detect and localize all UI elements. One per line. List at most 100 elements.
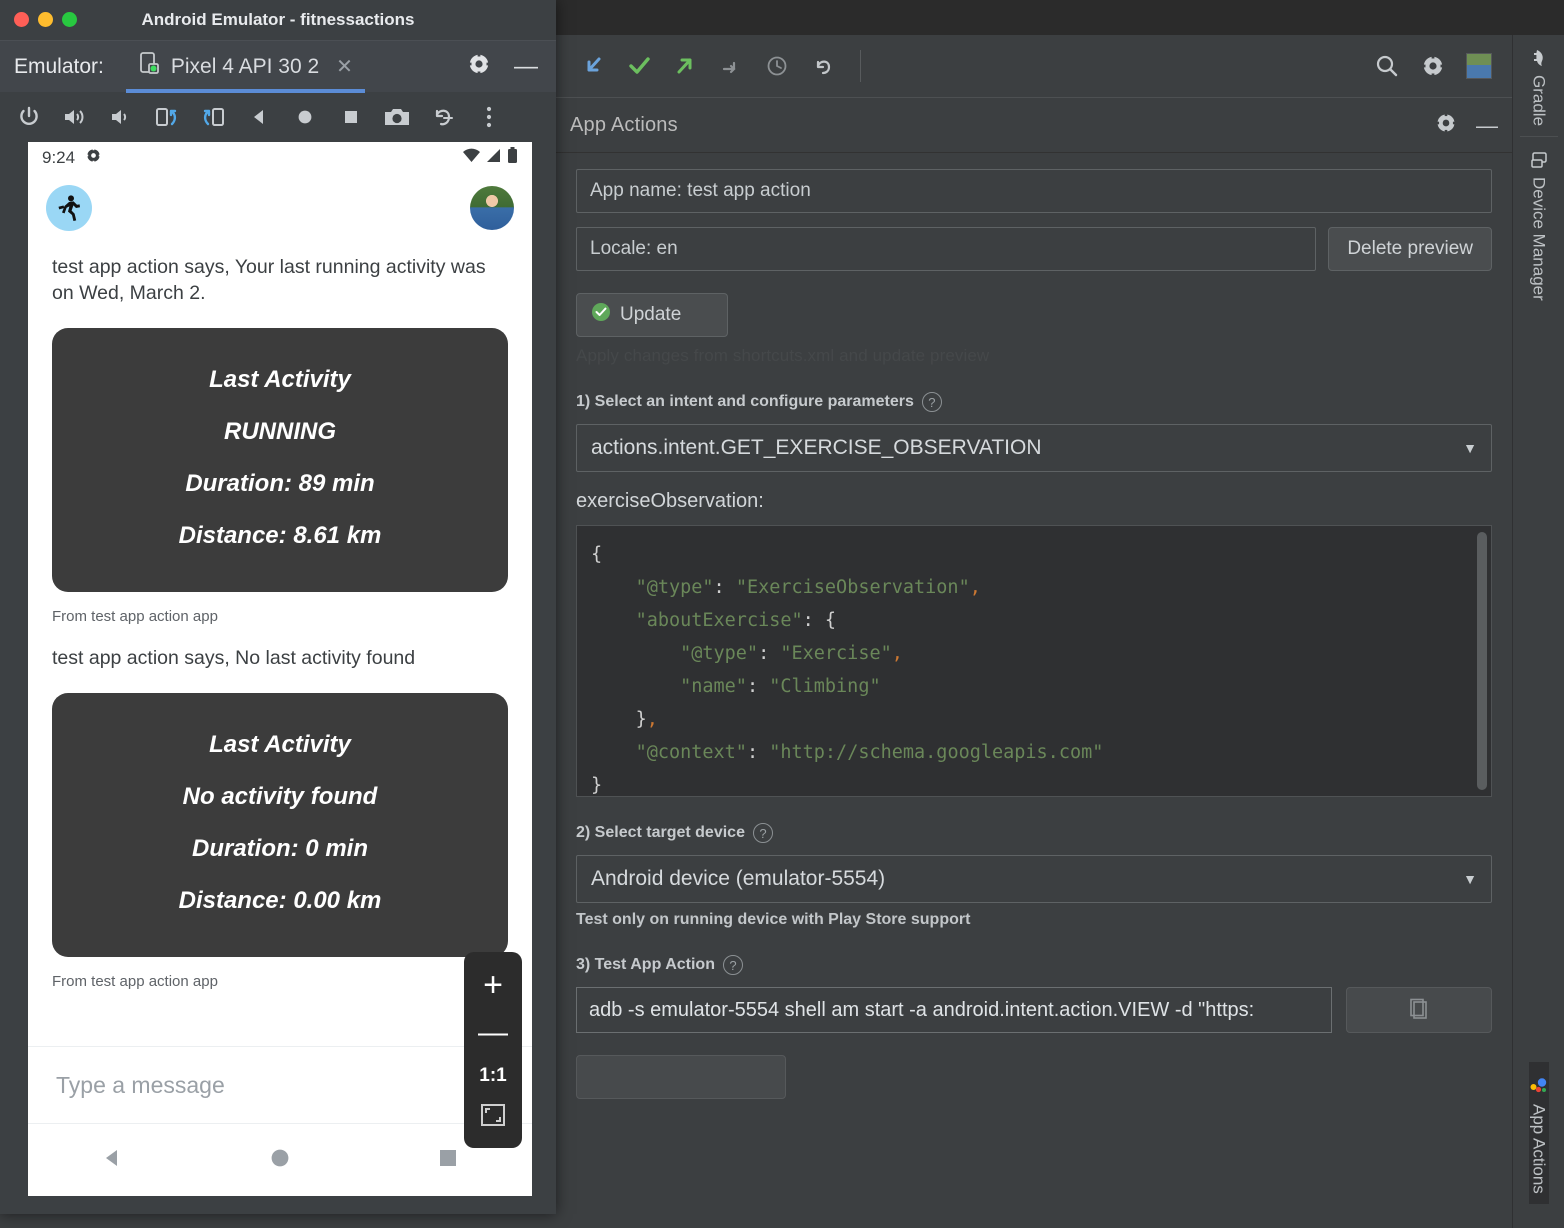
adb-command-field[interactable]: adb -s emulator-5554 shell am start -a a… xyxy=(576,987,1332,1033)
step-out-icon[interactable] xyxy=(662,43,708,89)
chevron-down-icon: ▼ xyxy=(1463,440,1477,456)
step1-label-row: 1) Select an intent and configure parame… xyxy=(576,392,1492,412)
rotate-right-icon[interactable] xyxy=(192,96,234,138)
json-parameter-editor[interactable]: { "@type": "ExerciseObservation", "about… xyxy=(576,525,1492,797)
emulator-settings-gear-icon[interactable] xyxy=(466,51,492,82)
studio-toolbar-right xyxy=(1364,43,1512,89)
wifi-icon xyxy=(462,148,481,168)
tool-window-minimize-icon[interactable]: — xyxy=(1476,121,1498,131)
undo-icon[interactable] xyxy=(800,43,846,89)
gradle-elephant-icon xyxy=(1529,49,1549,67)
overview-icon[interactable] xyxy=(330,96,372,138)
target-device-value: Android device (emulator-5554) xyxy=(591,867,885,891)
nav-back-icon[interactable] xyxy=(98,1144,126,1177)
copy-command-button[interactable] xyxy=(1346,987,1492,1033)
step2-help-icon[interactable]: ? xyxy=(753,823,773,843)
power-icon[interactable] xyxy=(8,96,50,138)
tab-pixel-4-api-30-2[interactable]: Pixel 4 API 30 2 ✕ xyxy=(126,41,365,93)
android-nav-bar xyxy=(28,1124,532,1196)
sidebar-item-gradle[interactable]: Gradle xyxy=(1529,35,1549,136)
delete-preview-button[interactable]: Delete preview xyxy=(1328,227,1492,271)
json-line: } xyxy=(591,769,1477,797)
card-1-activity: RUNNING xyxy=(62,406,498,458)
from-line-2: From test app action app xyxy=(28,957,532,994)
history-clock-icon[interactable] xyxy=(754,43,800,89)
sidebar-item-device-manager[interactable]: Device Manager xyxy=(1529,137,1549,311)
assistant-reply-1: test app action says, Your last running … xyxy=(28,238,532,310)
settings-gear-icon[interactable] xyxy=(1410,43,1456,89)
json-line: "@type": "Exercise", xyxy=(591,637,1477,670)
emulator-tab-bar: Emulator: Pixel 4 API 30 2 ✕ — xyxy=(0,40,556,92)
target-device-combobox[interactable]: Android device (emulator-5554) ▼ xyxy=(576,855,1492,903)
status-gear-icon xyxy=(85,147,102,169)
emulator-device-toolbar xyxy=(0,92,556,142)
actual-size-button[interactable]: 1:1 xyxy=(479,1065,506,1087)
screenshot-camera-icon[interactable] xyxy=(376,96,418,138)
json-line: }, xyxy=(591,703,1477,736)
app-actions-panel-body: App name: test app action Locale: en Del… xyxy=(556,153,1512,1228)
toolbar-divider xyxy=(860,50,861,82)
emulator-zoom-controls: + — 1:1 xyxy=(464,952,522,1148)
studio-title-strip xyxy=(556,0,1564,35)
tool-window-gear-icon[interactable] xyxy=(1434,111,1458,140)
from-line-1: From test app action app xyxy=(28,592,532,629)
zoom-out-button[interactable]: — xyxy=(478,1018,508,1048)
nav-recents-icon[interactable] xyxy=(434,1144,462,1177)
update-button[interactable]: Update xyxy=(576,293,728,337)
volume-down-icon[interactable] xyxy=(100,96,142,138)
minimize-window-button[interactable] xyxy=(38,12,53,27)
emulator-title-bar: Android Emulator - fitnessactions xyxy=(0,0,556,40)
window-traffic-lights xyxy=(14,12,77,27)
tab-label: Pixel 4 API 30 2 xyxy=(171,55,319,79)
step-into-icon[interactable] xyxy=(570,43,616,89)
locale-row: Locale: en Delete preview xyxy=(576,227,1492,271)
user-avatar[interactable] xyxy=(470,186,514,230)
volume-up-icon[interactable] xyxy=(54,96,96,138)
step3-help-icon[interactable]: ? xyxy=(723,955,743,975)
emulator-bottom-strip xyxy=(0,1196,556,1214)
user-avatar-icon[interactable] xyxy=(1456,43,1502,89)
back-icon[interactable] xyxy=(238,96,280,138)
step3-label-row: 3) Test App Action ? xyxy=(576,955,1492,975)
sidebar-item-app-actions[interactable]: App Actions xyxy=(1529,1062,1549,1204)
step-over-icon[interactable] xyxy=(708,43,754,89)
step3-label: 3) Test App Action xyxy=(576,956,715,974)
locale-field[interactable]: Locale: en xyxy=(576,227,1316,271)
tool-window-actions: — xyxy=(1434,111,1498,140)
search-icon[interactable] xyxy=(1364,43,1410,89)
more-options-icon[interactable] xyxy=(468,96,510,138)
google-assistant-icon xyxy=(1529,1076,1549,1096)
screen-record-icon[interactable] xyxy=(422,96,464,138)
update-hint-text: Apply changes from shortcuts.xml and upd… xyxy=(576,346,1492,366)
emulator-label: Emulator: xyxy=(14,55,104,79)
zoom-in-button[interactable]: + xyxy=(483,968,503,1002)
app-name-field[interactable]: App name: test app action xyxy=(576,169,1492,213)
device-note: Test only on running device with Play St… xyxy=(576,911,1492,929)
json-line: "@context": "http://schema.googleapis.co… xyxy=(591,736,1477,769)
android-status-bar: 9:24 xyxy=(28,142,532,174)
card-2-duration: Duration: 0 min xyxy=(62,823,498,875)
close-icon[interactable]: ✕ xyxy=(336,54,353,79)
fit-screen-icon[interactable] xyxy=(480,1103,506,1132)
step1-help-icon[interactable]: ? xyxy=(922,392,942,412)
json-line: { xyxy=(591,538,1477,571)
battery-icon xyxy=(507,147,518,169)
step1-label: 1) Select an intent and configure parame… xyxy=(576,393,914,411)
close-window-button[interactable] xyxy=(14,12,29,27)
nav-home-icon[interactable] xyxy=(266,1144,294,1177)
tool-window-title: App Actions xyxy=(570,114,678,137)
code-scrollbar-thumb[interactable] xyxy=(1477,532,1487,790)
rotate-left-icon[interactable] xyxy=(146,96,188,138)
home-icon[interactable] xyxy=(284,96,326,138)
cellular-signal-icon xyxy=(486,148,502,168)
intent-combobox[interactable]: actions.intent.GET_EXERCISE_OBSERVATION … xyxy=(576,424,1492,472)
assistant-header-row xyxy=(28,174,532,238)
maximize-window-button[interactable] xyxy=(62,12,77,27)
message-compose-field[interactable]: Type a message xyxy=(28,1046,532,1124)
resume-check-icon[interactable] xyxy=(616,43,662,89)
json-line: "name": "Climbing" xyxy=(591,670,1477,703)
right-tool-rail: Gradle Device Manager xyxy=(1512,35,1564,1228)
emulator-minimize-icon[interactable]: — xyxy=(514,62,538,72)
step2-label-row: 2) Select target device ? xyxy=(576,823,1492,843)
run-app-action-button[interactable] xyxy=(576,1055,786,1099)
